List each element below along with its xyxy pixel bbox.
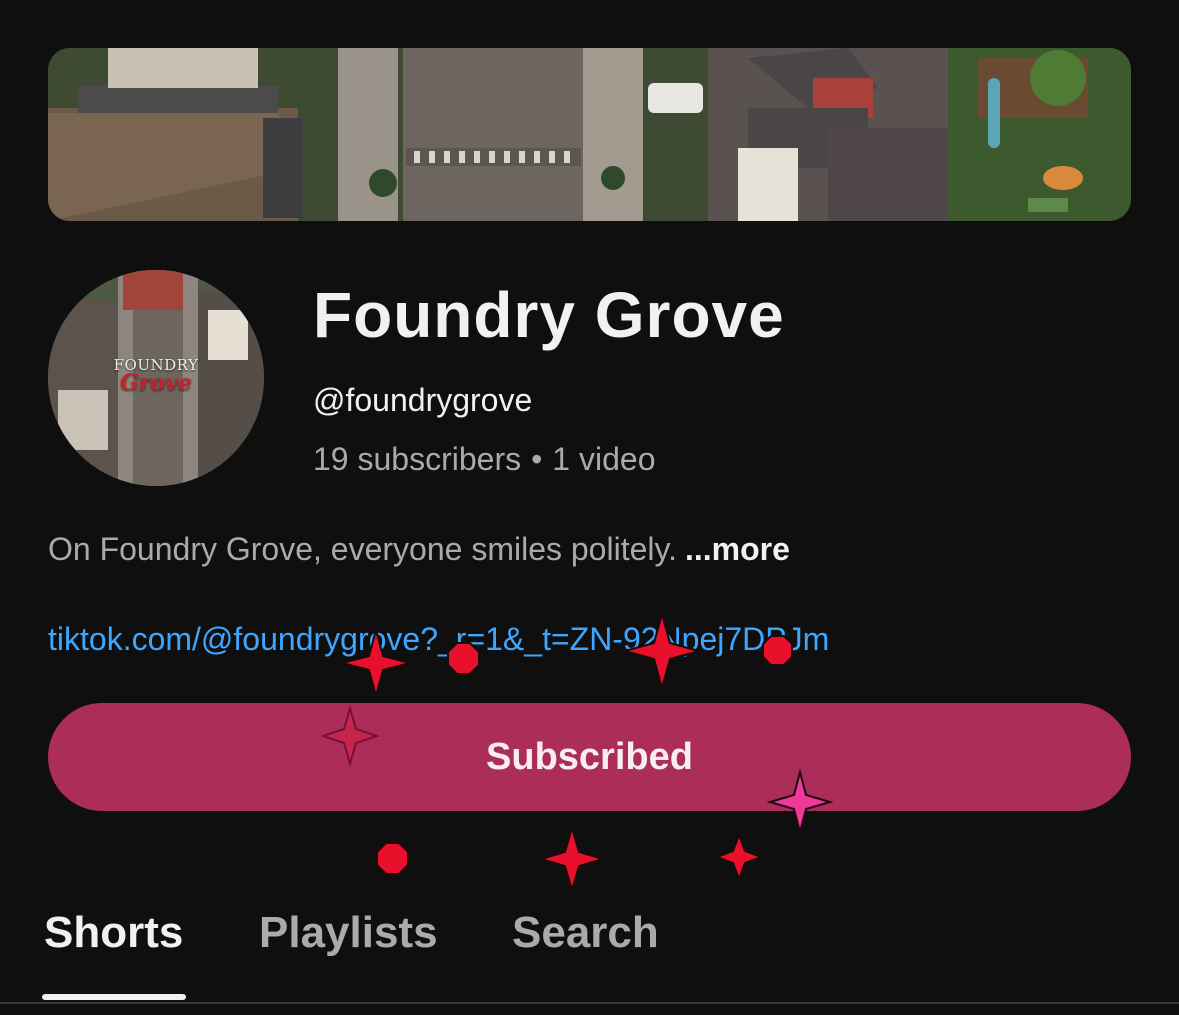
channel-tabs: Shorts Playlists Search (0, 900, 1179, 1015)
tab-shorts[interactable]: Shorts (44, 908, 183, 958)
channel-link[interactable]: tiktok.com/@foundrygrove?_r=1&_t=ZN-92Np… (48, 621, 829, 658)
red-star-marker (714, 832, 764, 882)
video-count: 1 video (552, 441, 656, 477)
subscribed-button[interactable]: Subscribed (48, 703, 1131, 811)
channel-name: Foundry Grove (313, 279, 785, 351)
avatar-logo-text-bottom: Grove (120, 370, 192, 396)
channel-description[interactable]: On Foundry Grove, everyone smiles polite… (48, 531, 790, 568)
tab-search[interactable]: Search (512, 908, 659, 958)
subscriber-count: 19 subscribers (313, 441, 522, 477)
red-star-marker (537, 824, 607, 894)
active-tab-indicator (42, 994, 186, 1000)
description-text: On Foundry Grove, everyone smiles polite… (48, 531, 677, 567)
tabs-divider (0, 1002, 1179, 1004)
stats-separator: • (531, 441, 543, 477)
channel-handle: @foundrygrove (313, 382, 533, 418)
tab-playlists[interactable]: Playlists (259, 908, 438, 958)
more-link[interactable]: ...more (685, 531, 790, 567)
banner-neighborhood-image (48, 48, 1131, 221)
channel-avatar[interactable]: FOUNDRY Grove (48, 270, 264, 486)
red-octagon-marker (376, 842, 409, 875)
channel-banner (48, 48, 1131, 221)
channel-stats: 19 subscribers • 1 video (313, 441, 655, 478)
